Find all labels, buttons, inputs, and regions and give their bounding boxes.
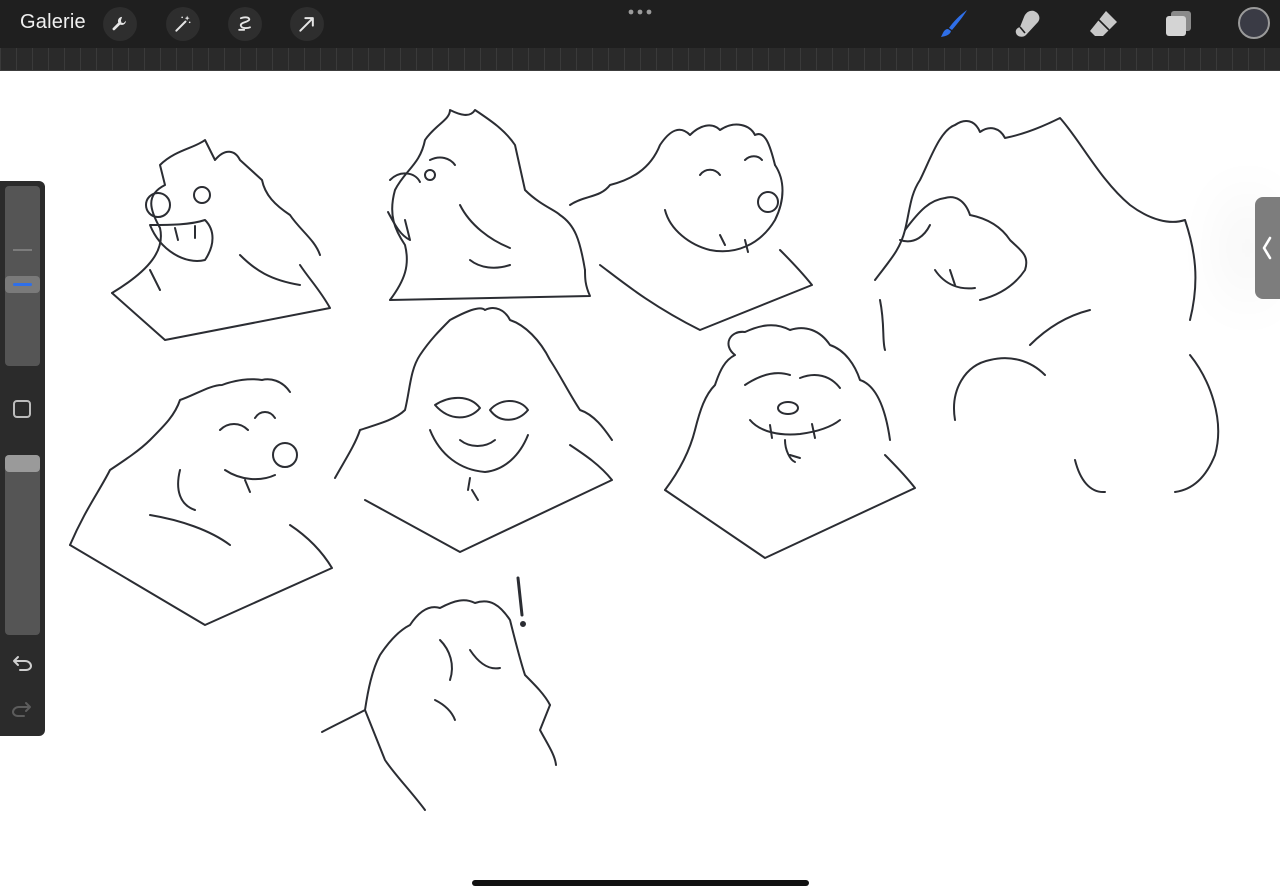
sketch-bear-head-6 [334, 307, 613, 553]
gallery-button[interactable]: Galerie [20, 11, 86, 34]
transform-arrow-icon [299, 17, 314, 32]
opacity-slider[interactable] [5, 455, 40, 635]
brush-icon[interactable] [938, 8, 970, 40]
layers-icon[interactable] [1162, 8, 1194, 40]
magic-wand-icon [175, 15, 191, 32]
sketch-layer [69, 109, 1220, 811]
sketch-bear-head-4 [874, 117, 1220, 494]
opacity-thumb[interactable] [5, 455, 40, 472]
canvas-ruler [0, 48, 1280, 71]
sketch-exclamation-mark [516, 576, 526, 627]
transform-button[interactable] [290, 7, 324, 41]
left-sidebar [0, 181, 45, 736]
sketch-bear-head-5 [69, 378, 333, 626]
size-indicator [13, 283, 32, 286]
smudge-icon[interactable] [1012, 8, 1044, 40]
sketch-bear-head-8 [321, 599, 557, 811]
selection-button[interactable] [228, 7, 262, 41]
sketch-bear-head-2 [387, 109, 591, 301]
brush-size-slider[interactable] [5, 186, 40, 366]
redo-icon[interactable] [11, 699, 33, 719]
drawing-canvas[interactable] [0, 71, 1280, 894]
modify-button[interactable] [13, 400, 31, 418]
sketch-bear-head-1 [111, 139, 331, 341]
top-toolbar: Galerie [0, 0, 1280, 48]
sketch-bear-head-3 [569, 123, 813, 331]
adjustments-button[interactable] [166, 7, 200, 41]
wrench-icon [112, 16, 126, 31]
procreate-app: Galerie [0, 0, 1280, 894]
home-indicator [472, 880, 809, 886]
selection-icon [238, 16, 251, 31]
color-picker-swatch[interactable] [1238, 7, 1270, 39]
eraser-icon[interactable] [1087, 8, 1119, 40]
undo-icon[interactable] [11, 653, 33, 673]
brush-size-thumb[interactable] [5, 276, 40, 293]
chevron-left-icon [1262, 236, 1272, 260]
reference-panel-tab[interactable] [1255, 197, 1280, 299]
slider-tick [13, 249, 32, 251]
more-options-icon[interactable] [627, 5, 653, 19]
actions-wrench-button[interactable] [103, 7, 137, 41]
sketch-bear-head-7 [664, 324, 916, 559]
